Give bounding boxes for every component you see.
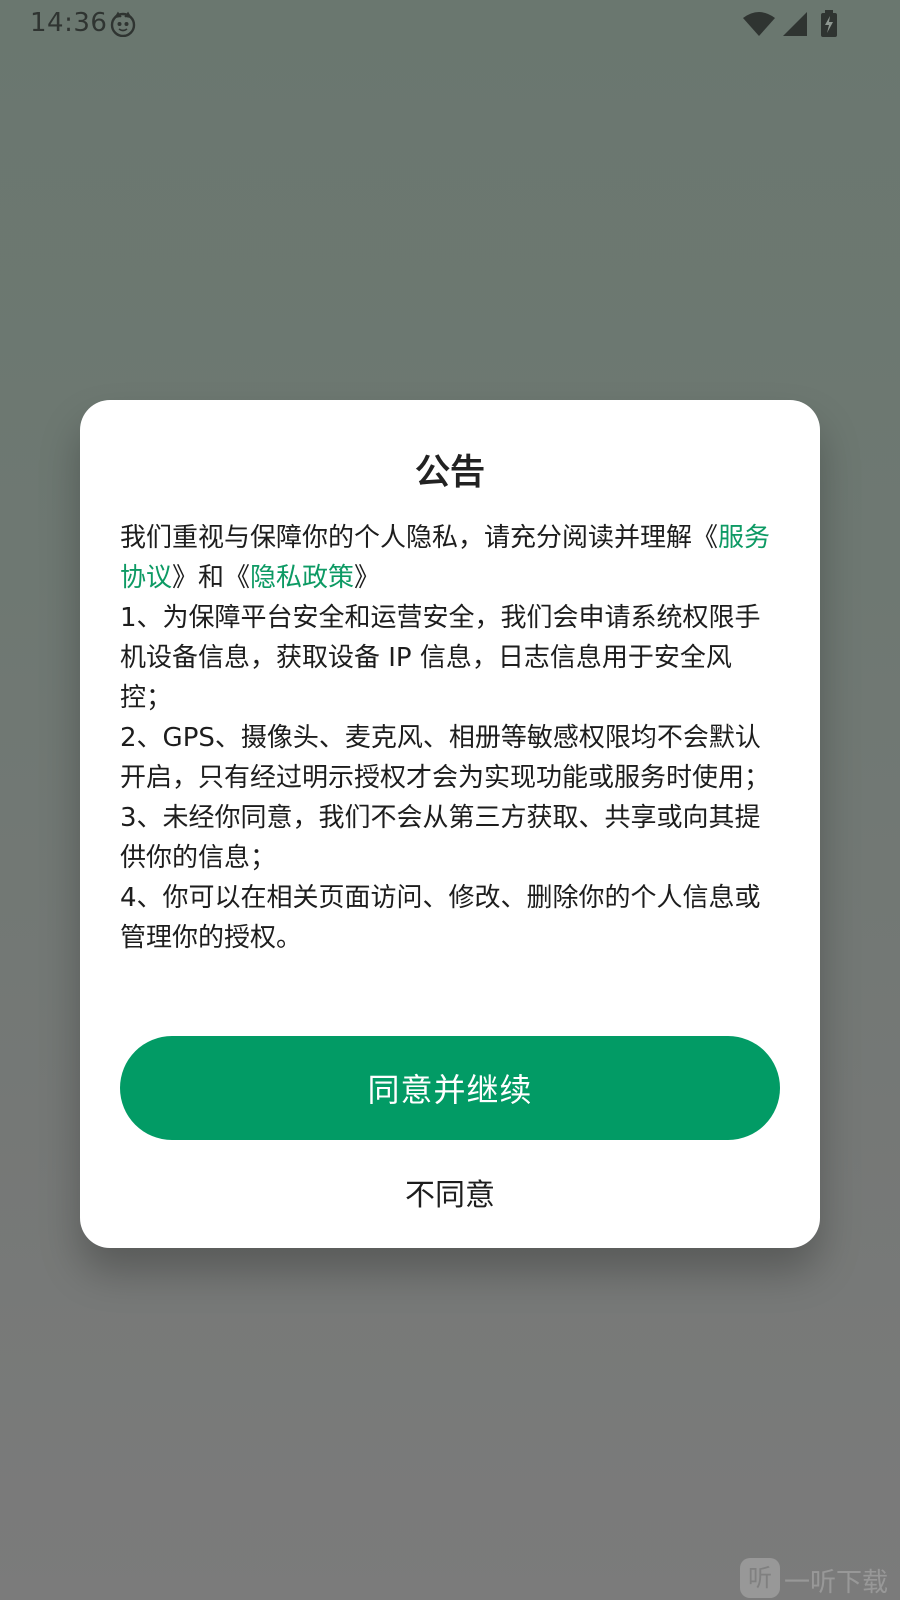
intro-text: 我们重视与保障你的个人隐私，请充分阅读并理解 <box>120 523 693 553</box>
watermark-logo: 听 <box>740 1558 780 1598</box>
privacy-notice-dialog: 公告 我们重视与保障你的个人隐私，请充分阅读并理解《服务协议》和《隐私政策》 1… <box>80 400 820 1248</box>
status-bar: 14:36 <box>0 0 900 48</box>
quote-open: 《 <box>692 523 719 553</box>
status-time: 14:36 <box>30 8 108 38</box>
watermark: 听 一听下载 <box>740 1556 900 1600</box>
agree-and-continue-button[interactable]: 同意并继续 <box>120 1036 780 1140</box>
and-text: 》和《 <box>172 563 251 593</box>
battery-charging-icon <box>821 10 837 37</box>
notice-item-3: 3、未经你同意，我们不会从第三方获取、共享或向其提供你的信息； <box>120 803 761 873</box>
quote-close: 》 <box>354 563 381 593</box>
privacy-policy-link[interactable]: 隐私政策 <box>250 563 354 593</box>
dialog-title: 公告 <box>414 453 485 493</box>
cat-app-icon <box>110 11 136 37</box>
watermark-text: 一听下载 <box>784 1568 889 1598</box>
notice-item-1: 1、为保障平台安全和运营安全，我们会申请系统权限手机设备信息，获取设备 IP 信… <box>120 603 761 713</box>
dialog-body: 我们重视与保障你的个人隐私，请充分阅读并理解《服务协议》和《隐私政策》 1、为保… <box>120 518 782 958</box>
wifi-icon <box>743 12 775 36</box>
cellular-signal-icon <box>783 12 807 36</box>
notice-item-4: 4、你可以在相关页面访问、修改、删除你的个人信息或管理你的授权。 <box>120 883 761 953</box>
intro-paragraph: 我们重视与保障你的个人隐私，请充分阅读并理解《服务协议》和《隐私政策》 <box>120 518 782 598</box>
notice-item-2: 2、GPS、摄像头、麦克风、相册等敏感权限均不会默认开启，只有经过明示授权才会为… <box>120 723 771 793</box>
disagree-button[interactable]: 不同意 <box>120 1164 780 1220</box>
